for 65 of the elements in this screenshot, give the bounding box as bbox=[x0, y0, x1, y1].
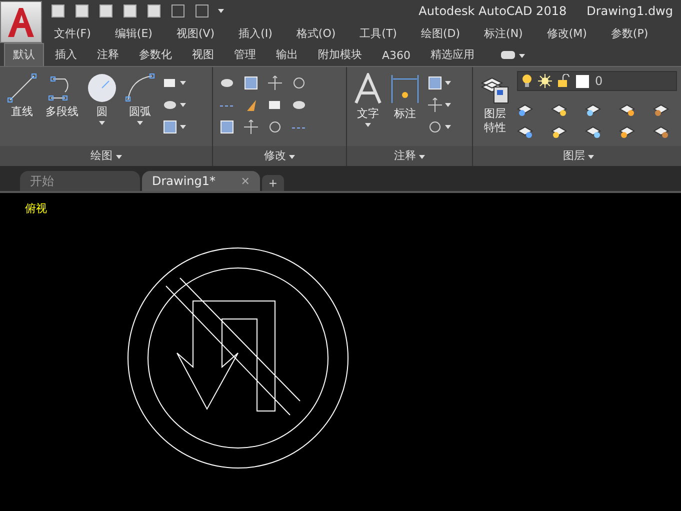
dimension-icon bbox=[390, 73, 420, 105]
caret-icon bbox=[116, 155, 122, 159]
ribbon-tool-button[interactable]: 直线 bbox=[6, 71, 38, 146]
ribbon-tab[interactable]: A360 bbox=[373, 45, 420, 66]
hatch-icon[interactable] bbox=[427, 75, 443, 91]
padlock-icon bbox=[558, 74, 570, 88]
ribbon-tool-button[interactable]: 圆 bbox=[86, 71, 118, 146]
caret-icon bbox=[99, 121, 105, 125]
menu-item[interactable]: 参数(P) bbox=[610, 26, 648, 40]
ribbon-tool-button[interactable]: 文字 bbox=[353, 71, 383, 146]
ribbon-tool-button[interactable]: 圆弧 bbox=[124, 71, 156, 146]
menu-item[interactable]: 工具(T) bbox=[360, 26, 397, 40]
caret-icon bbox=[289, 155, 296, 159]
move-arrows-icon[interactable] bbox=[427, 97, 443, 113]
hatch-icon[interactable] bbox=[219, 119, 235, 135]
move-arrows-icon[interactable] bbox=[267, 75, 283, 91]
ribbon-tab[interactable]: 附加模块 bbox=[309, 43, 371, 66]
ribbon-tab[interactable]: 插入 bbox=[46, 43, 86, 66]
ribbon-tool-button[interactable]: 标注 bbox=[389, 71, 421, 146]
menu-item[interactable]: 编辑(E) bbox=[114, 26, 152, 40]
ribbon-tool-button[interactable]: 多段线 bbox=[44, 71, 80, 146]
caret-icon bbox=[445, 125, 451, 129]
letter-a-icon bbox=[354, 73, 382, 105]
arc-icon bbox=[125, 73, 155, 103]
ribbon-tab[interactable]: 管理 bbox=[225, 43, 265, 66]
move-arrows-icon[interactable] bbox=[243, 119, 259, 135]
menu-item[interactable]: 文件(F) bbox=[54, 26, 91, 40]
ribbon-tool-button[interactable]: 图层特性 bbox=[479, 71, 511, 146]
caret-icon bbox=[588, 155, 594, 159]
window-title: Autodesk AutoCAD 2018 bbox=[418, 4, 567, 18]
application-menu-button[interactable] bbox=[0, 1, 42, 43]
ribbon-tab[interactable]: 默认 bbox=[4, 43, 44, 66]
caret-icon bbox=[419, 155, 426, 159]
line-icon bbox=[7, 73, 37, 103]
caret-icon bbox=[180, 81, 186, 85]
lightbulb-icon bbox=[522, 74, 532, 88]
menu-item[interactable]: 绘图(D) bbox=[420, 26, 460, 40]
layer-dropdown[interactable]: 0 bbox=[517, 71, 677, 91]
new-tab-button[interactable]: + bbox=[262, 175, 284, 191]
circle-icon bbox=[87, 73, 117, 103]
menu-item[interactable]: 视图(V) bbox=[176, 26, 215, 40]
color-swatch-icon bbox=[576, 74, 589, 88]
caret-icon bbox=[365, 123, 371, 127]
menu-item[interactable]: 插入(I) bbox=[238, 26, 272, 40]
ribbon-tab[interactable]: 视图 bbox=[183, 43, 223, 66]
caret-icon bbox=[445, 81, 451, 85]
sun-icon bbox=[538, 74, 552, 88]
document-title: Drawing1.dwg bbox=[586, 4, 673, 18]
caret-icon bbox=[445, 103, 451, 107]
caret-icon bbox=[180, 125, 186, 129]
ribbon-tab[interactable]: 参数化 bbox=[130, 43, 181, 66]
menu-item[interactable]: 标注(N) bbox=[484, 26, 523, 40]
caret-icon bbox=[137, 121, 143, 125]
menu-item[interactable]: 修改(M) bbox=[546, 26, 587, 40]
ribbon-tab[interactable]: 输出 bbox=[267, 43, 307, 66]
viewport-label[interactable]: 俯视 bbox=[25, 201, 47, 216]
menu-item[interactable]: 格式(O) bbox=[296, 26, 336, 40]
caret-icon bbox=[218, 9, 224, 13]
hatch-icon[interactable] bbox=[162, 119, 178, 135]
hatch-icon[interactable] bbox=[243, 75, 259, 91]
ribbon-tab[interactable]: 精选应用 bbox=[422, 43, 484, 66]
layer-name: 0 bbox=[595, 74, 603, 88]
ribbon-tab[interactable]: 注释 bbox=[88, 43, 128, 66]
caret-icon bbox=[180, 103, 186, 107]
document-tab[interactable]: Drawing1* ✕ bbox=[142, 171, 260, 191]
